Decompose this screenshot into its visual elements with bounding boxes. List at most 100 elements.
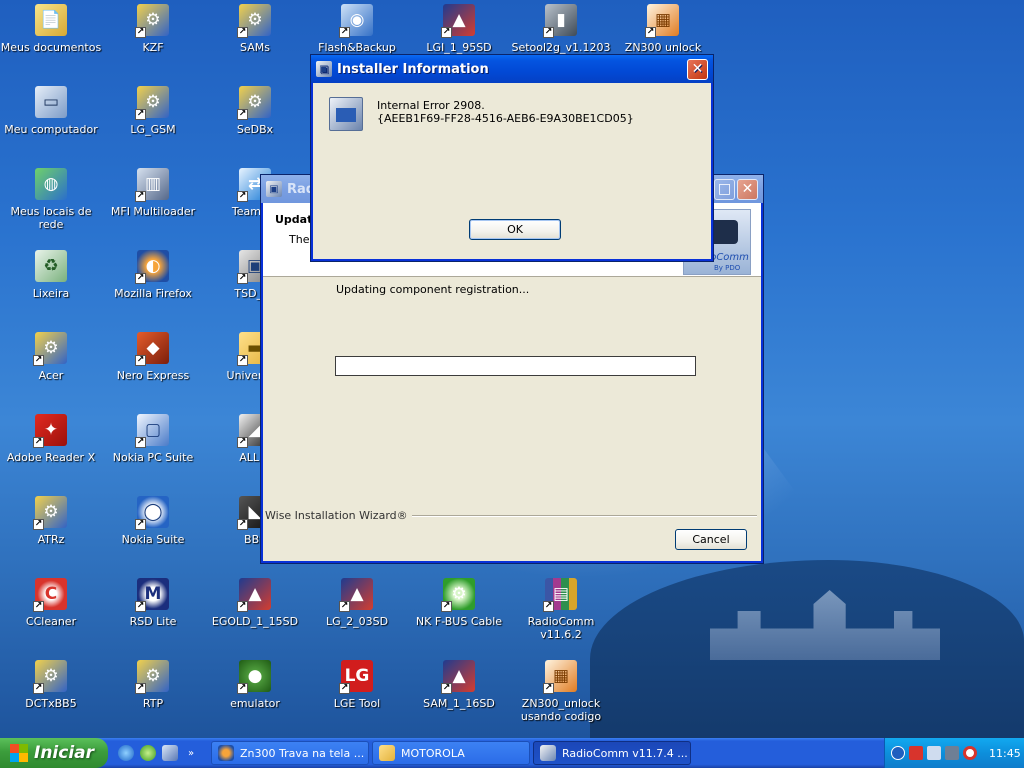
desktop-icon-egold-1-15sd[interactable]: ▲ ↗ EGOLD_1_15SD xyxy=(204,574,306,650)
shortcut-arrow-icon: ↗ xyxy=(441,27,452,38)
desktop-icon-label: RTP xyxy=(142,697,164,710)
desktop-icon-label: EGOLD_1_15SD xyxy=(211,615,299,628)
shortcut-arrow-icon: ↗ xyxy=(33,355,44,366)
desktop-icon-sam-1-16sd[interactable]: ▲ ↗ SAM_1_16SD xyxy=(408,656,510,732)
desktop-icon-nokia-suite[interactable]: ◯ ↗ Nokia Suite xyxy=(102,492,204,568)
desktop-icon-meus-locais-de-rede[interactable]: ◍ Meus locais de rede xyxy=(0,164,102,240)
desktop-icon-rtp[interactable]: ⚙ ↗ RTP xyxy=(102,656,204,732)
desktop-icon-sedbx[interactable]: ⚙ ↗ SeDBx xyxy=(204,82,306,158)
desktop-icon-meus-documentos[interactable]: 📄 Meus documentos xyxy=(0,0,102,76)
desktop-icon-rsd-lite[interactable]: M ↗ RSD Lite xyxy=(102,574,204,650)
close-icon[interactable]: ✕ xyxy=(687,58,708,80)
footer-divider xyxy=(391,515,757,517)
desktop-icon-label: ATRz xyxy=(37,533,65,546)
folder-icon xyxy=(379,745,395,761)
tool-icon: ⚙ ↗ xyxy=(135,86,169,120)
desktop-icon-nk-f-bus-cable[interactable]: ⚙ ↗ NK F-BUS Cable xyxy=(408,574,510,650)
desktop-icon-label: SAMs xyxy=(240,41,270,54)
desktop-icon-label: SeDBx xyxy=(236,123,274,136)
desktop-icon-label: ZN300_unlock usando codigo xyxy=(520,697,602,723)
network-connection-icon[interactable] xyxy=(927,746,941,760)
desktop-icon-ccleaner[interactable]: C ↗ CCleaner xyxy=(0,574,102,650)
cancel-button[interactable]: Cancel xyxy=(675,529,747,550)
desktop-icon-lge-tool[interactable]: LG ↗ LGE Tool xyxy=(306,656,408,732)
desktop-icon-lg-2-03sd[interactable]: ▲ ↗ LG_2_03SD xyxy=(306,574,408,650)
dialog-titlebar[interactable]: ▣ Installer Information ✕ xyxy=(311,55,713,83)
desktop-icon-dctxbb5[interactable]: ⚙ ↗ DCTxBB5 xyxy=(0,656,102,732)
error-message-line2: {AEEB1F69-FF28-4516-AEB6-E9A30BE1CD05} xyxy=(377,112,634,125)
desktop-icon-emulator[interactable]: ● ↗ emulator xyxy=(204,656,306,732)
desktop-icon-lixeira[interactable]: ♻ Lixeira xyxy=(0,246,102,322)
taskbar-button-label: MOTOROLA xyxy=(401,746,465,760)
installer-icon: ▣ xyxy=(266,181,282,197)
desktop-icon-atrz[interactable]: ⚙ ↗ ATRz xyxy=(0,492,102,568)
ok-button[interactable]: OK xyxy=(469,219,561,240)
mfi-multiloader-icon: ▥ ↗ xyxy=(135,168,169,202)
desktop-icon-radiocomm-v11-6-2[interactable]: ▤ ↗ RadioComm v11.6.2 xyxy=(510,574,612,650)
adobe-reader-icon: ✦ ↗ xyxy=(33,414,67,448)
desktop-icon-kzf[interactable]: ⚙ ↗ KZF xyxy=(102,0,204,76)
desktop-icon-sams[interactable]: ⚙ ↗ SAMs xyxy=(204,0,306,76)
desktop-icon-mozilla-firefox[interactable]: ◐ ↗ Mozilla Firefox xyxy=(102,246,204,322)
desktop-icon-zn300-unlock-usando-codigo[interactable]: ▦ ↗ ZN300_unlock usando codigo xyxy=(510,656,612,732)
desktop-icon-label: RSD Lite xyxy=(129,615,177,628)
desktop-icon-nero-express[interactable]: ◆ ↗ Nero Express xyxy=(102,328,204,404)
desktop-icon-label: NK F-BUS Cable xyxy=(415,615,503,628)
desktop-icon-label: Nokia Suite xyxy=(121,533,185,546)
nero-express-icon: ◆ ↗ xyxy=(135,332,169,366)
security-shield-icon[interactable] xyxy=(909,746,923,760)
close-icon[interactable]: ✕ xyxy=(737,178,758,200)
taskbar-button[interactable]: MOTOROLA xyxy=(372,741,530,765)
firefox-icon xyxy=(218,745,234,761)
desktop-icon-adobe-reader-x[interactable]: ✦ ↗ Adobe Reader X xyxy=(0,410,102,486)
desktop-icon-label: SAM_1_16SD xyxy=(423,697,495,710)
shortcut-arrow-icon: ↗ xyxy=(645,27,656,38)
tool-icon: ⚙ ↗ xyxy=(237,4,271,38)
shortcut-arrow-icon: ↗ xyxy=(339,601,350,612)
nokia-suite-icon: ◯ ↗ xyxy=(135,496,169,530)
desktop-icon-acer[interactable]: ⚙ ↗ Acer xyxy=(0,328,102,404)
desktop-icon-meu-computador[interactable]: ▭ Meu computador xyxy=(0,82,102,158)
desktop-icon-mfi-multiloader[interactable]: ▥ ↗ MFI Multiloader xyxy=(102,164,204,240)
start-button[interactable]: Iniciar xyxy=(0,738,108,768)
desktop-icon-nokia-pc-suite[interactable]: ▢ ↗ Nokia PC Suite xyxy=(102,410,204,486)
shortcut-arrow-icon: ↗ xyxy=(33,601,44,612)
internet-explorer-icon[interactable] xyxy=(118,745,134,761)
shortcut-arrow-icon: ↗ xyxy=(441,601,452,612)
emulator-icon: ● ↗ xyxy=(237,660,271,694)
nk-fbus-icon: ⚙ ↗ xyxy=(441,578,475,612)
browser-icon[interactable] xyxy=(140,745,156,761)
my-documents-icon: 📄 xyxy=(35,4,67,36)
desktop-icon-label: Flash&Backup xyxy=(318,41,396,54)
shortcut-arrow-icon: ↗ xyxy=(33,519,44,530)
taskbar-button[interactable]: Zn300 Trava na tela ... xyxy=(211,741,369,765)
desktop-icon-label: KZF xyxy=(142,41,164,54)
desktop-icon-label: RadioComm v11.6.2 xyxy=(527,615,595,641)
nokia-pc-suite-icon: ▢ ↗ xyxy=(135,414,169,448)
media-player-icon[interactable] xyxy=(162,745,178,761)
shortcut-arrow-icon: ↗ xyxy=(135,601,146,612)
motorola-icon: M ↗ xyxy=(135,578,169,612)
system-tray: 11:45 xyxy=(884,738,1024,768)
tool-icon: ⚙ ↗ xyxy=(33,660,67,694)
setup-computer-icon xyxy=(329,97,363,131)
ccleaner-icon: C ↗ xyxy=(33,578,67,612)
my-computer-icon: ▭ xyxy=(35,86,67,118)
network-arrow-icon[interactable] xyxy=(891,746,905,760)
desktop-icon-lg-gsm[interactable]: ⚙ ↗ LG_GSM xyxy=(102,82,204,158)
maximize-icon[interactable]: □ xyxy=(714,178,735,200)
shortcut-arrow-icon: ↗ xyxy=(135,27,146,38)
usb-icon[interactable] xyxy=(945,746,959,760)
phone-icon: ▮ ↗ xyxy=(543,4,577,38)
logo-subtext: By PDO xyxy=(714,264,741,272)
quick-launch-more-icon[interactable]: » xyxy=(188,748,194,759)
dialog-title: Installer Information xyxy=(337,61,489,77)
desktop-icon-label: Adobe Reader X xyxy=(6,451,96,464)
tool-icon: ⚙ ↗ xyxy=(135,4,169,38)
opera-icon[interactable] xyxy=(963,746,977,760)
shortcut-arrow-icon: ↗ xyxy=(135,519,146,530)
shortcut-arrow-icon: ↗ xyxy=(441,683,452,694)
shortcut-arrow-icon: ↗ xyxy=(33,683,44,694)
shortcut-arrow-icon: ↗ xyxy=(237,273,248,284)
taskbar-button[interactable]: RadioComm v11.7.4 ... xyxy=(533,741,691,765)
